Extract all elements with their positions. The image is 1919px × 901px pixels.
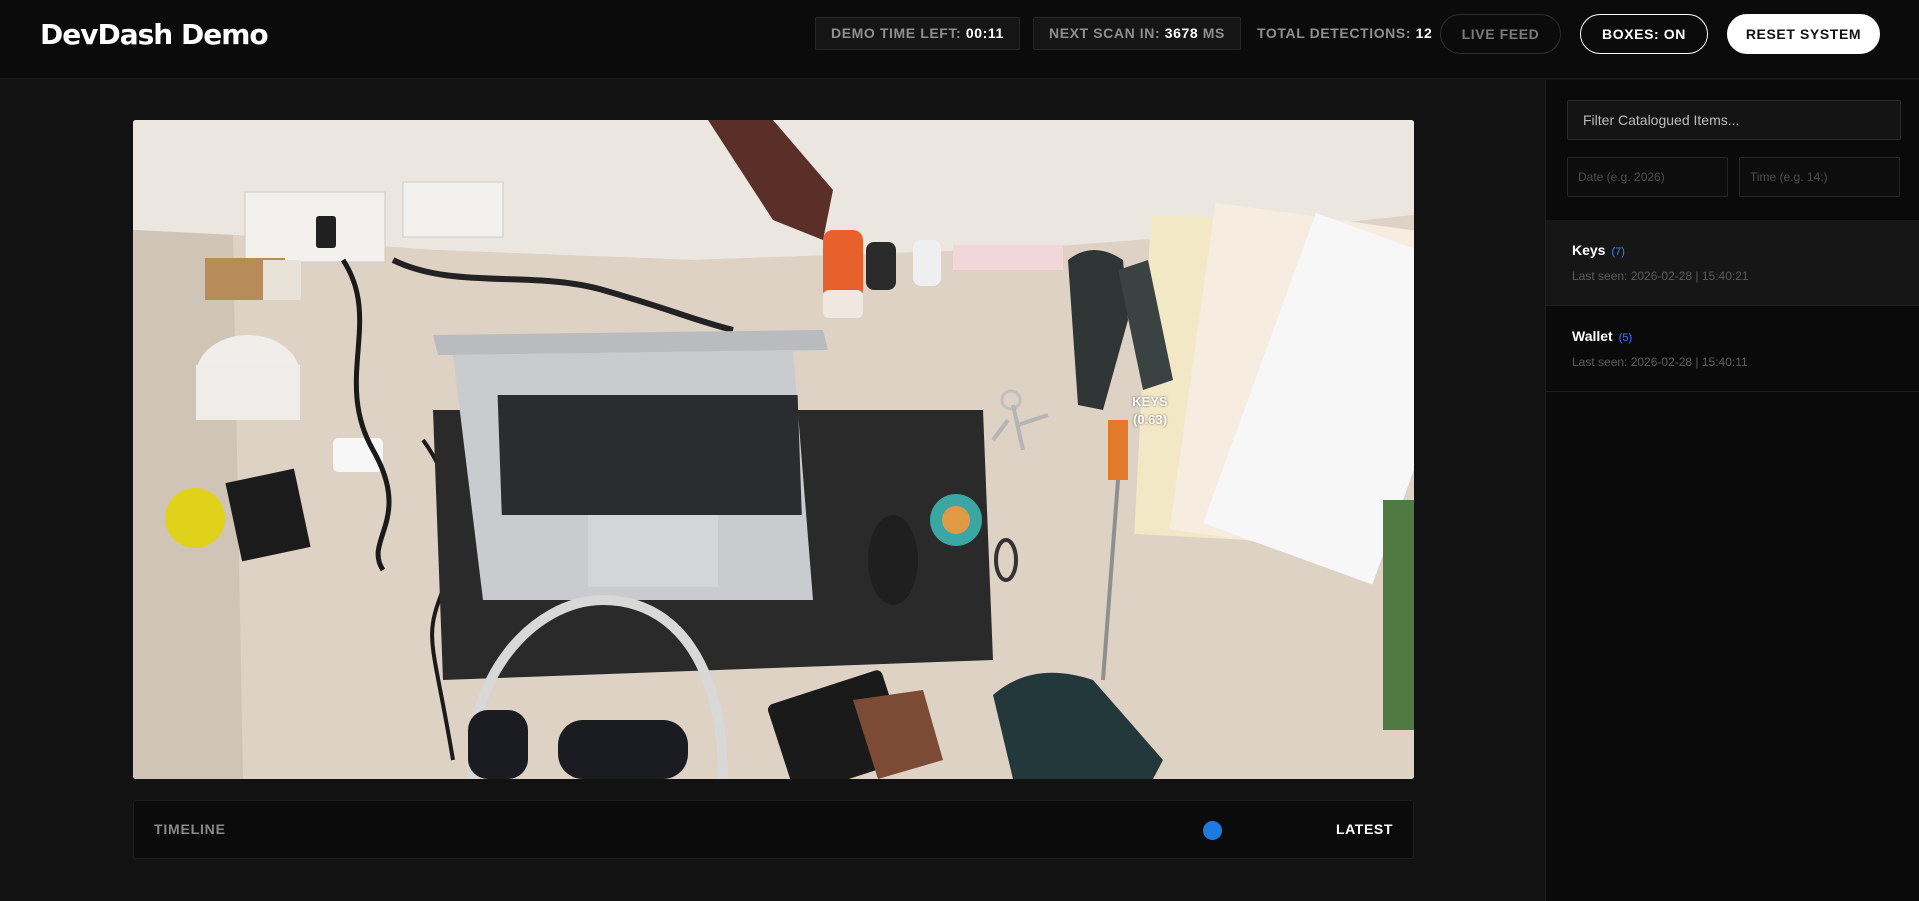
timeline-label: TIMELINE [154, 821, 226, 837]
item-last-seen: Last seen: 2026-02-28 | 15:40:11 [1572, 355, 1748, 369]
time-filter-input[interactable] [1739, 157, 1900, 197]
main-panel: KEYS (0.63) TIMELINE LATEST [0, 80, 1545, 901]
filter-input[interactable] [1567, 100, 1901, 140]
item-name-text: Wallet [1572, 328, 1613, 344]
list-item-wallet[interactable]: Wallet (5) Last seen: 2026-02-28 | 15:40:… [1546, 306, 1919, 392]
catalogue-sidebar: Keys (7) Last seen: 2026-02-28 | 15:40:21… [1545, 80, 1919, 901]
next-scan-stat: NEXT SCAN IN: 3678 MS [1033, 17, 1241, 50]
detection-confidence: (0.63) [1133, 412, 1167, 427]
item-name: Keys (7) [1572, 242, 1625, 258]
total-detections-stat: TOTAL DETECTIONS: 12 [1241, 17, 1448, 50]
boxes-toggle-button[interactable]: BOXES: ON [1580, 14, 1708, 54]
list-item-keys[interactable]: Keys (7) Last seen: 2026-02-28 | 15:40:21 [1546, 220, 1919, 306]
desk-scene-image [133, 120, 1414, 779]
total-detections-label: TOTAL DETECTIONS: [1257, 25, 1412, 41]
camera-feed: KEYS (0.63) [133, 120, 1414, 779]
item-count: (5) [1618, 332, 1633, 344]
next-scan-value: 3678 [1164, 25, 1199, 41]
timeline-bar: TIMELINE LATEST [133, 800, 1414, 859]
total-detections-value: 12 [1415, 25, 1433, 41]
top-bar: DevDash Demo DEMO TIME LEFT: 00:11 NEXT … [0, 0, 1919, 79]
item-name: Wallet (5) [1572, 328, 1632, 344]
date-filter-input[interactable] [1567, 157, 1728, 197]
detection-class: KEYS [1132, 394, 1168, 409]
demo-time-stat: DEMO TIME LEFT: 00:11 [815, 17, 1020, 50]
timeline-track[interactable] [294, 829, 1253, 831]
app-title: DevDash Demo [40, 18, 269, 51]
item-count: (7) [1611, 246, 1625, 258]
live-feed-button[interactable]: LIVE FEED [1440, 14, 1561, 54]
reset-system-button[interactable]: RESET SYSTEM [1727, 14, 1880, 54]
item-name-text: Keys [1572, 242, 1606, 258]
next-scan-label: NEXT SCAN IN: [1049, 25, 1161, 41]
demo-time-value: 00:11 [965, 25, 1004, 41]
detection-label: KEYS (0.63) [1115, 393, 1185, 429]
item-last-seen: Last seen: 2026-02-28 | 15:40:21 [1572, 269, 1749, 283]
next-scan-unit: MS [1202, 25, 1225, 41]
demo-time-label: DEMO TIME LEFT: [831, 25, 962, 41]
timeline-latest-label[interactable]: LATEST [1336, 821, 1393, 837]
timeline-slider-handle[interactable] [1203, 821, 1222, 840]
